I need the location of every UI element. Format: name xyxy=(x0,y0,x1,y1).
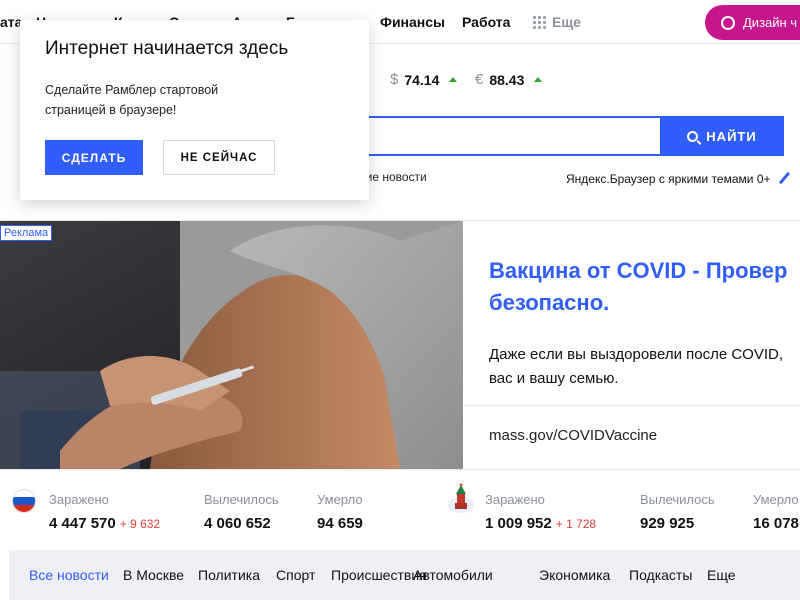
search-button-label: НАЙТИ xyxy=(706,128,757,144)
tab-cars[interactable]: Автомобили xyxy=(413,567,493,583)
trend-up-icon xyxy=(449,77,458,82)
russia-died-label: Умерло xyxy=(317,492,363,507)
popup-text: Сделайте Рамблер стартовой страницей в б… xyxy=(45,83,219,117)
ad-url[interactable]: mass.gov/COVIDVaccine xyxy=(489,427,657,444)
popup-title: Интернет начинается здесь xyxy=(45,38,289,59)
nav-item-finance[interactable]: Финансы xyxy=(380,14,445,30)
russia-died-value: 94 659 xyxy=(317,515,363,532)
nav-item-jobs[interactable]: Работа xyxy=(462,14,510,30)
news-category-tabs: Все новости В Москве Политика Спорт Прои… xyxy=(9,550,800,600)
moscow-died-label: Умерло xyxy=(753,492,799,507)
tab-podcasts[interactable]: Подкасты xyxy=(629,567,692,583)
moscow-recovered-value: 929 925 xyxy=(640,515,695,532)
nav-more-button[interactable]: Еще xyxy=(533,14,581,30)
nav-more-label: Еще xyxy=(552,14,581,30)
russia-recovered-label: Вылечилось xyxy=(204,492,279,507)
eur-rate[interactable]: € 88.43 xyxy=(475,71,543,88)
tab-moscow[interactable]: В Москве xyxy=(123,567,184,583)
ad-description[interactable]: Даже если вы выздоровели после COVID, ва… xyxy=(489,343,800,391)
dollar-sign: $ xyxy=(390,71,399,88)
brush-icon xyxy=(777,172,791,186)
trend-up-icon xyxy=(534,77,543,82)
moscow-infected-value: 1 009 952 + 1 728 xyxy=(485,515,596,532)
kremlin-tower-icon xyxy=(448,483,474,513)
sun-icon xyxy=(721,15,735,30)
not-now-button[interactable]: НЕ СЕЙЧАС xyxy=(163,140,275,175)
moscow-infected-number: 1 009 952 xyxy=(485,515,552,532)
start-page-popup: Интернет начинается здесь Сделайте Рамбл… xyxy=(20,20,369,200)
usd-value: 74.14 xyxy=(404,71,440,88)
ad-banner[interactable]: Реклама Вакцина от COVID - Провер безопа… xyxy=(0,220,800,470)
browser-promo-text: Яндекс.Браузер с яркими темами 0+ xyxy=(566,172,771,186)
tab-sport[interactable]: Спорт xyxy=(276,567,315,583)
tab-politics[interactable]: Политика xyxy=(198,567,260,583)
vaccination-photo[interactable]: Реклама xyxy=(0,221,463,469)
russia-recovered-value: 4 060 652 xyxy=(204,515,271,532)
moscow-died-value: 16 078 xyxy=(753,515,799,532)
search-icon xyxy=(687,130,699,142)
euro-sign: € xyxy=(475,71,484,88)
russia-infected-number: 4 447 570 xyxy=(49,515,116,532)
search-input[interactable] xyxy=(330,116,660,156)
ad-title[interactable]: Вакцина от COVID - Провер безопасно. xyxy=(489,255,800,319)
ad-label: Реклама xyxy=(0,225,53,241)
tab-all-news[interactable]: Все новости xyxy=(29,567,109,583)
search-button[interactable]: НАЙТИ xyxy=(660,116,784,156)
tab-more[interactable]: Еще xyxy=(707,567,736,583)
moscow-infected-delta: + 1 728 xyxy=(555,517,597,531)
browser-promo-link[interactable]: Яндекс.Браузер с яркими темами 0+ xyxy=(566,172,791,186)
russia-infected-delta: + 9 632 xyxy=(119,517,161,531)
russia-infected-value: 4 447 570 + 9 632 xyxy=(49,515,160,532)
vaccination-image xyxy=(0,221,463,469)
design-theme-button[interactable]: Дизайн ч xyxy=(705,5,800,40)
ad-divider xyxy=(464,405,800,406)
usd-rate[interactable]: $ 74.14 xyxy=(390,71,458,88)
russia-infected-label: Заражено xyxy=(49,492,109,507)
make-start-page-button[interactable]: СДЕЛАТЬ xyxy=(45,140,143,175)
tab-economy[interactable]: Экономика xyxy=(539,567,610,583)
russia-flag-icon xyxy=(12,489,36,513)
eur-value: 88.43 xyxy=(489,71,525,88)
moscow-recovered-label: Вылечилось xyxy=(640,492,715,507)
grid-icon xyxy=(533,15,546,29)
moscow-infected-label: Заражено xyxy=(485,492,545,507)
design-button-label: Дизайн ч xyxy=(743,15,798,30)
